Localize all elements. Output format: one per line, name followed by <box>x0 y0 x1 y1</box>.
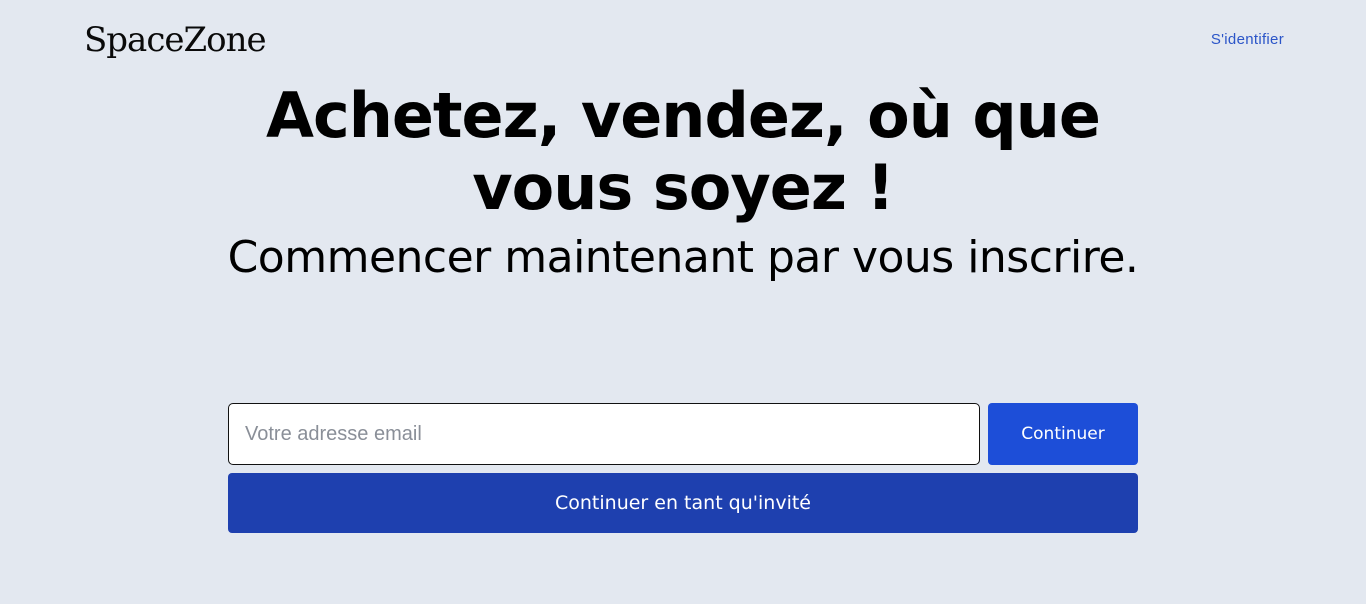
hero-title: Achetez, vendez, où que vous soyez ! <box>266 79 1101 224</box>
email-input[interactable] <box>228 403 980 465</box>
signup-form: Continuer Continuer en tant qu'invité <box>228 403 1138 533</box>
email-row: Continuer <box>228 403 1138 465</box>
hero-subtitle: Commencer maintenant par vous inscrire. <box>227 232 1139 283</box>
brand-logo[interactable]: SpaceZone <box>84 18 267 62</box>
hero-section: Achetez, vendez, où que vous soyez ! Com… <box>0 80 1366 286</box>
signin-link[interactable]: S'identifier <box>1211 31 1284 48</box>
continue-button[interactable]: Continuer <box>988 403 1138 465</box>
site-header: SpaceZone S'identifier <box>0 0 1366 80</box>
continue-as-guest-button[interactable]: Continuer en tant qu'invité <box>228 473 1138 533</box>
